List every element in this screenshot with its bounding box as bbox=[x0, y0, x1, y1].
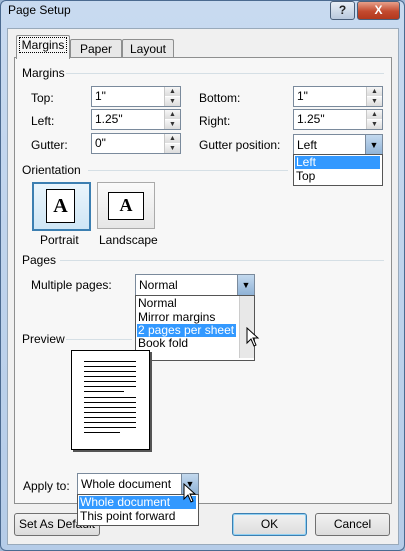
landscape-glyph: A bbox=[119, 195, 133, 215]
multiple-pages-dropdown: Normal Mirror margins 2 pages per sheet … bbox=[135, 295, 255, 361]
ok-button[interactable]: OK bbox=[232, 513, 307, 536]
preview-text-line bbox=[84, 432, 120, 433]
preview-text-line bbox=[84, 381, 136, 382]
preview-text-line bbox=[84, 361, 136, 362]
preview-text-line bbox=[84, 417, 136, 418]
gutter-spinner[interactable]: 0" ▲ ▼ bbox=[91, 133, 181, 154]
multiple-pages-label: Multiple pages: bbox=[31, 278, 112, 292]
top-margin-value: 1" bbox=[95, 89, 106, 103]
multiple-pages-value: Normal bbox=[139, 278, 178, 292]
gutter-value: 0" bbox=[95, 136, 106, 150]
apply-to-dropdown: Whole document This point forward bbox=[77, 494, 199, 526]
gutter-position-select[interactable]: Left ▼ bbox=[293, 134, 383, 156]
dropdown-option-book-fold[interactable]: Book fold bbox=[137, 337, 236, 350]
spin-up-icon[interactable]: ▲ bbox=[165, 87, 180, 96]
bottom-margin-spinner[interactable]: 1" ▲ ▼ bbox=[293, 86, 383, 107]
apply-to-select[interactable]: Whole document ▼ bbox=[77, 473, 199, 495]
spin-up-icon[interactable]: ▲ bbox=[165, 110, 180, 119]
gutter-position-value: Left bbox=[297, 138, 318, 152]
cancel-button[interactable]: Cancel bbox=[315, 513, 390, 536]
dropdown-option-left[interactable]: Left bbox=[295, 156, 380, 169]
preview-text-line bbox=[84, 386, 136, 387]
tab-margins[interactable]: Margins bbox=[16, 35, 70, 59]
landscape-page-icon: A bbox=[108, 192, 144, 220]
chevron-down-icon[interactable]: ▼ bbox=[365, 135, 382, 155]
divider bbox=[66, 73, 384, 74]
preview-text-line bbox=[84, 427, 136, 428]
portrait-glyph: A bbox=[53, 195, 68, 217]
dropdown-option-normal[interactable]: Normal bbox=[137, 297, 236, 310]
left-margin-spinner[interactable]: 1.25" ▲ ▼ bbox=[91, 109, 181, 130]
spin-down-icon[interactable]: ▼ bbox=[367, 120, 382, 129]
right-label: Right: bbox=[199, 114, 231, 128]
spin-down-icon[interactable]: ▼ bbox=[367, 97, 382, 106]
preview-text-line bbox=[84, 412, 136, 413]
help-button[interactable]: ? bbox=[330, 1, 355, 20]
margins-section-heading: Margins bbox=[22, 66, 65, 80]
preview-text-line bbox=[84, 376, 136, 377]
spin-down-icon[interactable]: ▼ bbox=[165, 120, 180, 129]
divider bbox=[88, 170, 288, 171]
spin-up-icon[interactable]: ▲ bbox=[367, 110, 382, 119]
dropdown-option-top[interactable]: Top bbox=[295, 170, 380, 183]
spin-down-icon[interactable]: ▼ bbox=[165, 144, 180, 153]
dropdown-option-this-point-forward[interactable]: This point forward bbox=[79, 510, 196, 523]
tab-layout[interactable]: Layout bbox=[122, 39, 174, 58]
top-label: Top: bbox=[31, 91, 54, 105]
preview-text-line bbox=[84, 402, 136, 403]
top-margin-spinner[interactable]: 1" ▲ ▼ bbox=[91, 86, 181, 107]
gutter-position-label: Gutter position: bbox=[199, 138, 281, 152]
portrait-button[interactable]: A bbox=[32, 182, 91, 231]
mouse-cursor-icon bbox=[246, 327, 260, 347]
preview-text-line bbox=[84, 397, 136, 398]
left-margin-value: 1.25" bbox=[95, 112, 123, 126]
preview-section-heading: Preview bbox=[22, 332, 65, 346]
pages-section-heading: Pages bbox=[22, 253, 57, 267]
portrait-label: Portrait bbox=[40, 233, 79, 247]
preview-text-line bbox=[84, 422, 136, 423]
apply-to-label: Apply to: bbox=[23, 479, 70, 493]
preview-text-line bbox=[84, 391, 124, 392]
mouse-cursor-icon bbox=[183, 483, 197, 503]
landscape-label: Landscape bbox=[99, 233, 158, 247]
multiple-pages-select[interactable]: Normal ▼ bbox=[135, 274, 255, 296]
preview-text-line bbox=[84, 407, 136, 408]
dropdown-option-whole-document[interactable]: Whole document bbox=[79, 496, 196, 509]
orientation-section-heading: Orientation bbox=[22, 163, 81, 177]
bottom-label: Bottom: bbox=[199, 91, 241, 105]
left-label: Left: bbox=[31, 114, 55, 128]
spin-up-icon[interactable]: ▲ bbox=[367, 87, 382, 96]
tab-margins-label: Margins bbox=[18, 37, 68, 53]
preview-text-line bbox=[84, 366, 136, 367]
apply-to-value: Whole document bbox=[81, 477, 172, 491]
bottom-margin-value: 1" bbox=[297, 89, 308, 103]
spin-down-icon[interactable]: ▼ bbox=[165, 97, 180, 106]
tab-paper[interactable]: Paper bbox=[70, 39, 122, 58]
close-button[interactable]: X bbox=[357, 1, 400, 20]
chevron-down-icon[interactable]: ▼ bbox=[237, 275, 254, 295]
divider bbox=[60, 260, 384, 261]
preview-page bbox=[71, 350, 150, 450]
preview-text-line bbox=[84, 371, 136, 372]
portrait-page-icon: A bbox=[46, 189, 75, 223]
spin-up-icon[interactable]: ▲ bbox=[165, 134, 180, 143]
right-margin-value: 1.25" bbox=[297, 112, 325, 126]
landscape-button[interactable]: A bbox=[97, 182, 155, 229]
right-margin-spinner[interactable]: 1.25" ▲ ▼ bbox=[293, 109, 383, 130]
gutter-label: Gutter: bbox=[31, 138, 68, 152]
gutter-position-dropdown: Left Top bbox=[293, 154, 383, 186]
window-title: Page Setup bbox=[8, 3, 71, 17]
divider bbox=[66, 339, 132, 340]
